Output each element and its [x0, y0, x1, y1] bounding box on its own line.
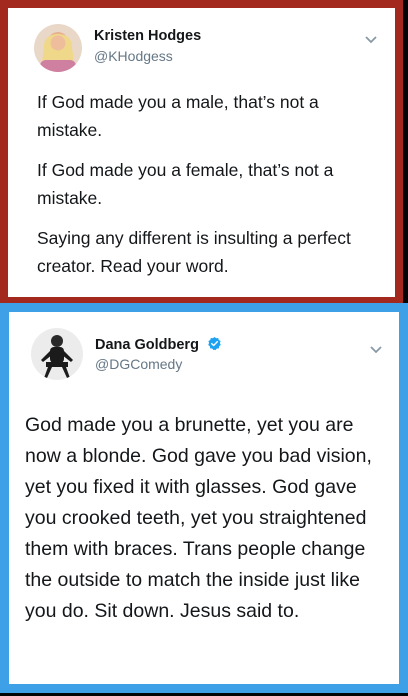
verified-badge-icon	[208, 336, 221, 351]
tweet-card-dana-frame: Dana Goldberg @DGComedy God made you a b…	[0, 303, 408, 693]
display-name[interactable]: Dana Goldberg	[95, 337, 199, 353]
display-name-row: Dana Goldberg	[95, 336, 222, 353]
tweet-text: God made you a brunette, yet you are now…	[25, 414, 372, 622]
avatar[interactable]	[31, 328, 83, 380]
user-handle[interactable]: @KHodgess	[94, 48, 173, 64]
tweet-paragraph: If God made you a female, that’s not a m…	[37, 160, 334, 208]
tweet-card-kristen-frame: Kristen Hodges @KHodgess If God made you…	[0, 0, 403, 305]
tweet-paragraph: Saying any different is insulting a perf…	[37, 228, 351, 276]
tweet-card-dana: Dana Goldberg @DGComedy God made you a b…	[9, 312, 399, 684]
display-name[interactable]: Kristen Hodges	[94, 28, 201, 44]
avatar[interactable]	[34, 24, 82, 72]
tweet-paragraph: If God made you a male, that’s not a mis…	[37, 92, 319, 140]
chevron-down-icon[interactable]	[364, 35, 378, 45]
user-handle[interactable]: @DGComedy	[95, 356, 182, 372]
tweet-text: If God made you a male, that’s not a mis…	[37, 88, 387, 280]
chevron-down-icon[interactable]	[369, 345, 383, 355]
tweet-card-kristen: Kristen Hodges @KHodgess If God made you…	[8, 8, 395, 297]
